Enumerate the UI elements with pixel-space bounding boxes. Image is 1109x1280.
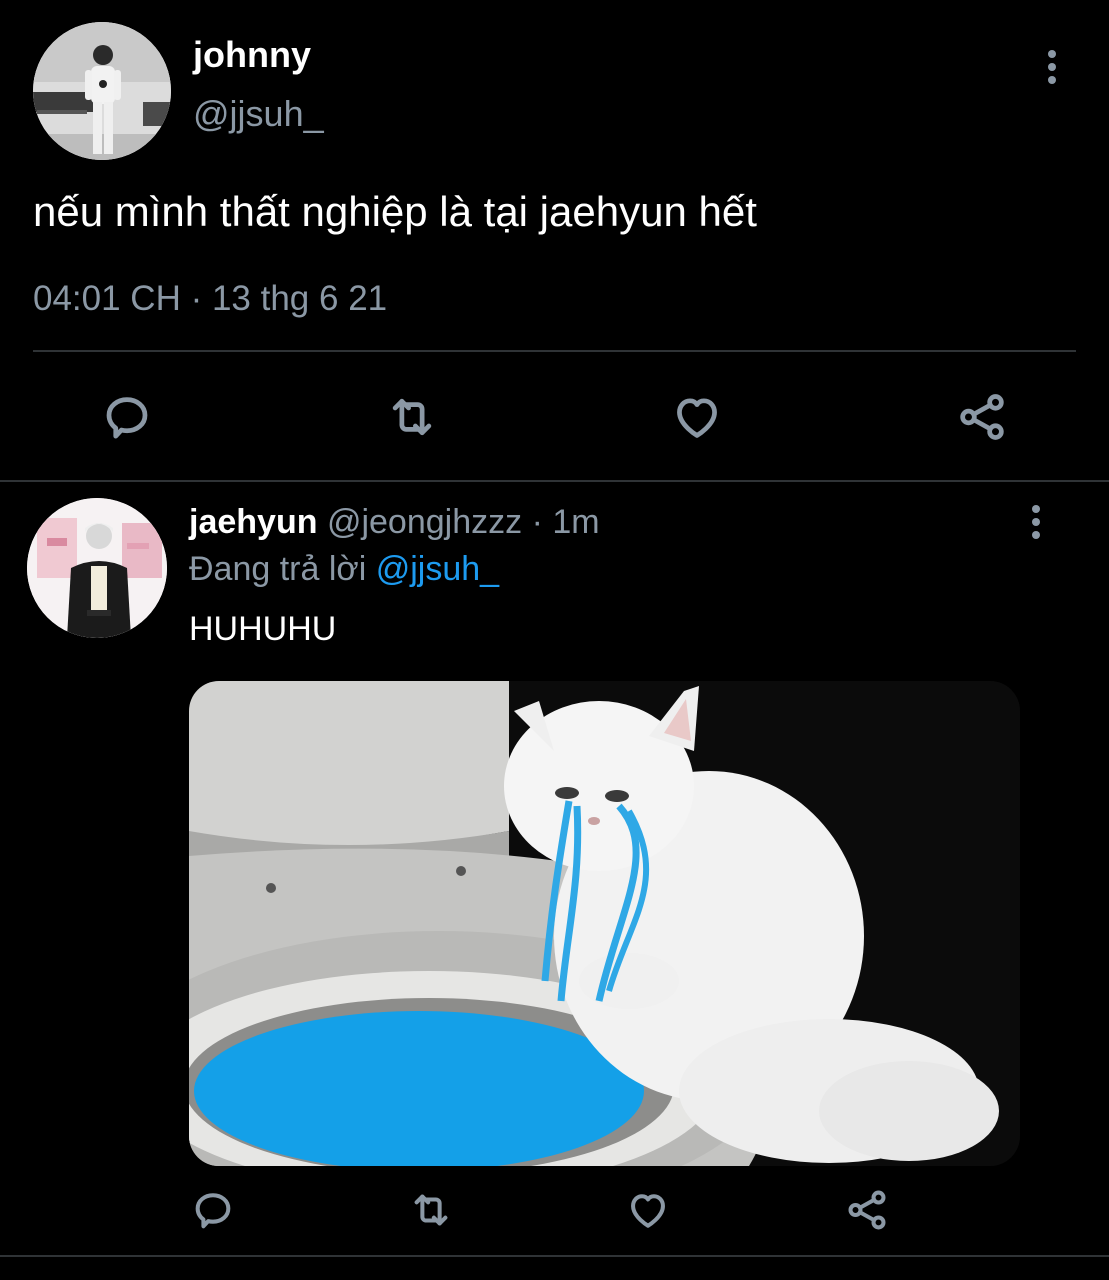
display-name[interactable]: jaehyun bbox=[189, 503, 317, 541]
tweet-text: nếu mình thất nghiệp là tại jaehyun hết bbox=[33, 188, 757, 235]
user-handle[interactable]: @jjsuh_ bbox=[193, 93, 324, 135]
display-name[interactable]: johnny bbox=[193, 34, 311, 76]
avatar[interactable] bbox=[27, 498, 167, 638]
reply-button[interactable] bbox=[98, 388, 156, 446]
user-handle[interactable]: @jeongjhzzz bbox=[327, 503, 522, 541]
main-tweet: johnny @jjsuh_ nếu mình thất nghiệp là t… bbox=[0, 0, 1109, 480]
share-icon bbox=[960, 394, 1004, 440]
crying-cat-image bbox=[189, 681, 1020, 1166]
retweet-icon bbox=[392, 398, 432, 436]
reply-icon bbox=[195, 1193, 231, 1229]
replying-to-prefix: Đang trả lời bbox=[189, 550, 367, 588]
retweet-button[interactable] bbox=[405, 1186, 457, 1234]
separator: · bbox=[531, 503, 543, 541]
tweet-divider bbox=[0, 480, 1109, 482]
more-options-icon[interactable] bbox=[1030, 505, 1042, 539]
tweet-divider bbox=[0, 1255, 1109, 1257]
tweet-text: HUHUHU bbox=[189, 610, 337, 648]
like-icon bbox=[631, 1194, 665, 1228]
tweet-timestamp[interactable]: 04:01 CH · 13 thg 6 21 bbox=[33, 279, 387, 319]
reply-icon bbox=[106, 397, 148, 439]
like-icon bbox=[677, 398, 717, 438]
media-image[interactable] bbox=[189, 681, 1020, 1166]
reply-header: jaehyun @jeongjhzzz · 1m bbox=[189, 503, 600, 542]
share-button[interactable] bbox=[843, 1186, 891, 1234]
share-icon bbox=[848, 1190, 886, 1230]
like-button[interactable] bbox=[668, 388, 726, 446]
replying-to: Đang trả lời @jjsuh_ bbox=[189, 550, 499, 589]
more-options-icon[interactable] bbox=[1046, 50, 1058, 84]
like-button[interactable] bbox=[624, 1186, 672, 1234]
reply-button[interactable] bbox=[189, 1186, 237, 1234]
retweet-icon bbox=[414, 1194, 448, 1226]
avatar[interactable] bbox=[33, 22, 171, 160]
share-button[interactable] bbox=[953, 388, 1011, 446]
retweet-button[interactable] bbox=[382, 388, 442, 446]
divider bbox=[33, 350, 1076, 352]
mention-link[interactable]: @jjsuh_ bbox=[376, 550, 499, 588]
tweet-time[interactable]: 1m bbox=[552, 503, 599, 541]
